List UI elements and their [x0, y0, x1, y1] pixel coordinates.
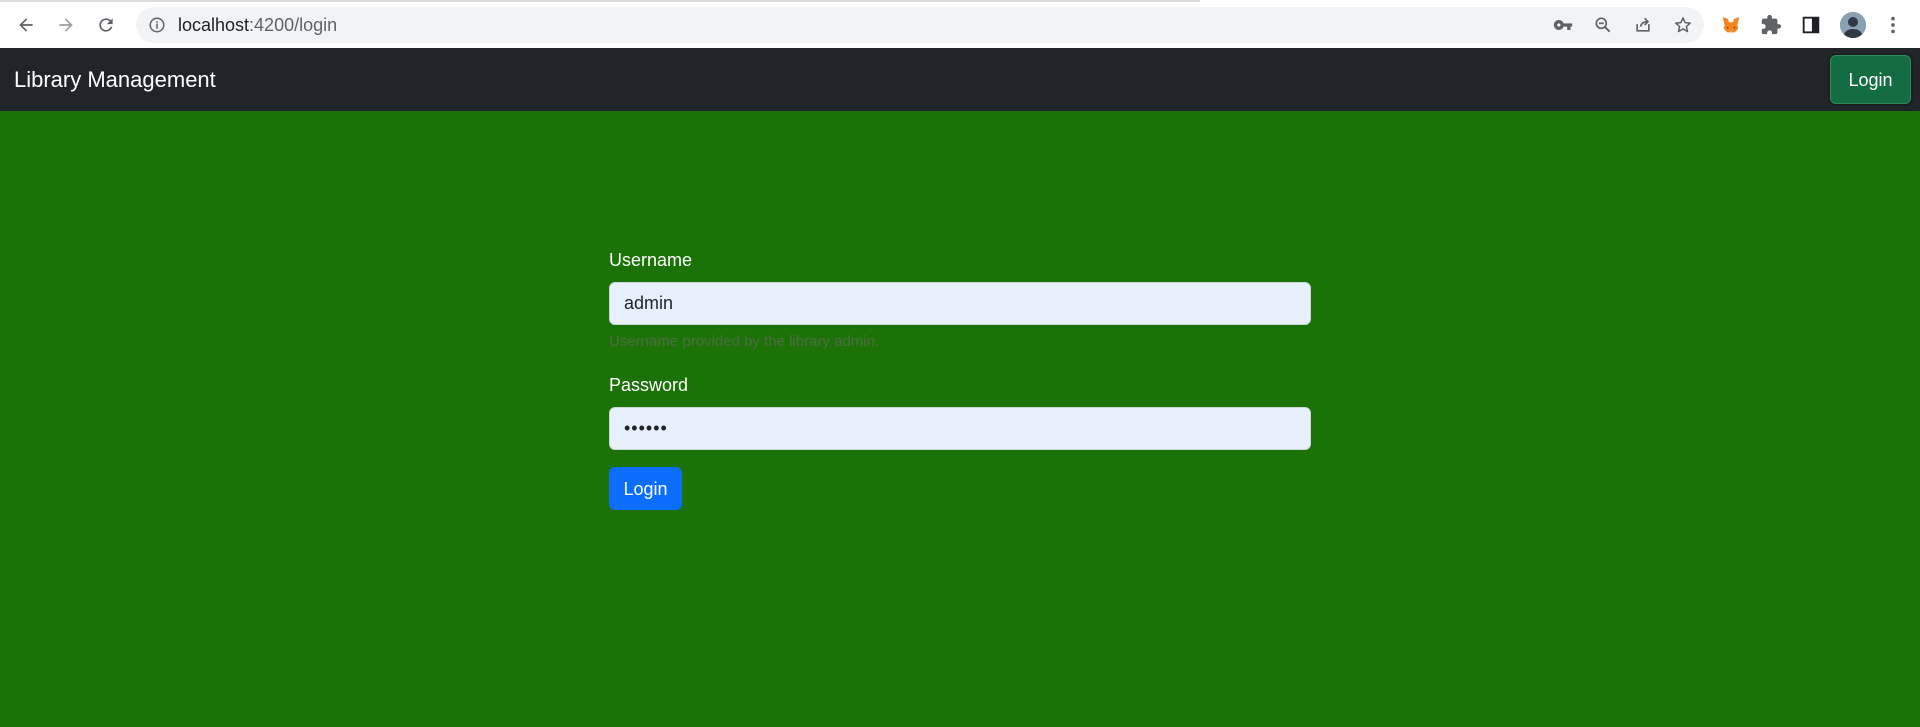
url-host: localhost — [178, 15, 250, 35]
username-label: Username — [609, 250, 693, 270]
zoom-out-icon — [1595, 17, 1611, 33]
star-icon — [1675, 17, 1691, 33]
browser-menu-button[interactable] — [1880, 12, 1906, 38]
fox-extension-icon — [1721, 16, 1741, 33]
username-help-text: Username provided by the library admin. — [609, 333, 880, 350]
app-navbar: Library Management Login — [0, 48, 1920, 111]
bookmark-button[interactable] — [1672, 14, 1694, 36]
extensions-button[interactable] — [1758, 12, 1784, 38]
avatar[interactable] — [1840, 12, 1866, 38]
forward-arrow-icon — [59, 18, 73, 32]
login-submit-button[interactable]: Login — [609, 467, 682, 510]
kebab-menu-icon — [1891, 16, 1895, 34]
key-icon — [1553, 20, 1573, 30]
info-icon[interactable] — [148, 16, 166, 34]
forward-button[interactable] — [50, 9, 82, 41]
share-icon — [1636, 17, 1650, 32]
password-label: Password — [609, 375, 689, 395]
password-key-button[interactable] — [1552, 14, 1574, 36]
side-panel-icon — [1802, 16, 1820, 34]
metamask-extension-button[interactable] — [1718, 12, 1744, 38]
profile-photo — [1840, 12, 1866, 38]
back-button[interactable] — [10, 9, 42, 41]
reload-icon — [99, 18, 113, 32]
browser-toolbar: localhost:4200/login — [0, 0, 1920, 48]
share-button[interactable] — [1632, 14, 1654, 36]
back-arrow-icon — [19, 18, 33, 32]
password-field[interactable]: •••••• — [609, 407, 1311, 450]
url-text[interactable]: localhost:4200/login — [178, 15, 337, 35]
zoom-button[interactable] — [1592, 14, 1614, 36]
address-bar[interactable]: localhost:4200/login — [136, 7, 1704, 43]
url-path: :4200/login — [249, 15, 338, 35]
side-panel-button[interactable] — [1798, 12, 1824, 38]
tab-strip-edge — [0, 0, 1200, 2]
puzzle-icon — [1761, 14, 1782, 35]
navbar-brand[interactable]: Library Management — [14, 67, 216, 93]
username-field[interactable]: admin — [609, 282, 1311, 325]
navbar-login-button[interactable]: Login — [1830, 55, 1911, 104]
reload-button[interactable] — [90, 9, 122, 41]
